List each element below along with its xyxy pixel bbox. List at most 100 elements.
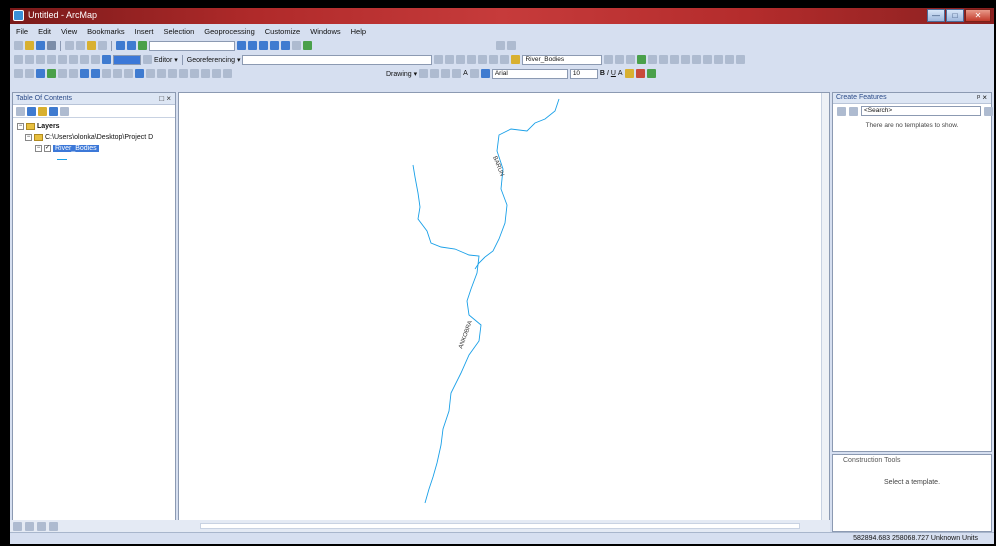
print-icon[interactable] bbox=[47, 41, 56, 50]
editor-menu[interactable]: Editor ▾ bbox=[154, 56, 178, 64]
pan-icon[interactable] bbox=[36, 55, 45, 64]
font-combo[interactable]: Arial bbox=[491, 68, 568, 79]
menu-bookmarks[interactable]: Bookmarks bbox=[87, 27, 125, 36]
marker-color-icon[interactable] bbox=[646, 69, 656, 78]
menu-selection[interactable]: Selection bbox=[163, 27, 194, 36]
template-search-input[interactable]: <Search> bbox=[861, 106, 981, 116]
create-viewer-icon[interactable] bbox=[223, 69, 232, 78]
menu-geoprocessing[interactable]: Geoprocessing bbox=[204, 27, 254, 36]
menu-windows[interactable]: Windows bbox=[310, 27, 340, 36]
attributes-icon[interactable] bbox=[615, 55, 625, 64]
identify-icon[interactable] bbox=[648, 55, 658, 64]
redo-icon[interactable] bbox=[127, 41, 136, 50]
data-view-icon[interactable] bbox=[13, 521, 22, 531]
refresh-icon[interactable] bbox=[37, 521, 46, 531]
filter-icon[interactable] bbox=[849, 106, 858, 116]
layout-view-icon[interactable] bbox=[25, 521, 34, 531]
zoom-out-tool-icon[interactable] bbox=[25, 69, 34, 78]
fixed-zoom-in-icon[interactable] bbox=[58, 55, 67, 64]
globe-full-extent-icon[interactable] bbox=[47, 69, 56, 78]
georeferencing-menu[interactable]: Georeferencing ▾ bbox=[187, 56, 241, 64]
title-bar[interactable]: Untitled - ArcMap — □ ✕ bbox=[10, 8, 994, 24]
tree-path[interactable]: − C:\Users\olonka\Desktop\Project D bbox=[25, 134, 153, 141]
toc-close-button[interactable]: □ × bbox=[159, 94, 171, 103]
python-window-icon[interactable] bbox=[292, 41, 301, 50]
fixed-zoom-icon[interactable] bbox=[58, 69, 67, 78]
layer-collapse-toggle[interactable]: − bbox=[35, 145, 42, 152]
organize-templates-icon[interactable] bbox=[837, 106, 846, 116]
search-window-icon[interactable] bbox=[270, 41, 279, 50]
search-options-icon[interactable] bbox=[984, 106, 993, 116]
forward-extent-icon[interactable] bbox=[91, 69, 100, 78]
drawing-menu[interactable]: Drawing ▾ bbox=[386, 70, 417, 78]
create-features-icon[interactable] bbox=[637, 55, 647, 64]
toc-options-icon[interactable] bbox=[60, 106, 69, 116]
back-extent-icon[interactable] bbox=[80, 69, 89, 78]
new-document-icon[interactable] bbox=[14, 41, 23, 50]
bold-button[interactable]: B bbox=[600, 70, 605, 77]
sketch-properties-icon[interactable] bbox=[626, 55, 636, 64]
arrow-select-icon[interactable] bbox=[124, 69, 133, 78]
paste-icon[interactable] bbox=[87, 41, 96, 50]
minimize-button[interactable]: — bbox=[927, 9, 945, 22]
zoom-whole-page-icon[interactable] bbox=[441, 69, 451, 78]
map-scale-combo[interactable] bbox=[149, 40, 235, 51]
map-horizontal-scrollbar[interactable] bbox=[200, 523, 800, 529]
maximize-button[interactable]: □ bbox=[946, 9, 964, 22]
find-tool-icon[interactable] bbox=[179, 69, 188, 78]
delete-icon[interactable] bbox=[98, 41, 107, 50]
hyperlink-icon[interactable] bbox=[670, 55, 680, 64]
cut-icon[interactable] bbox=[65, 41, 74, 50]
georeferencing-layer-combo[interactable] bbox=[242, 54, 433, 65]
fixed-zoom-out-icon[interactable] bbox=[69, 55, 78, 64]
viewer-window-icon[interactable] bbox=[725, 55, 735, 64]
fixed-zoom-out-tool-icon[interactable] bbox=[69, 69, 78, 78]
zoom-in-tool-icon[interactable] bbox=[14, 69, 23, 78]
map-canvas[interactable]: BARUN ANKOBRA bbox=[179, 93, 823, 525]
text-tool[interactable]: A bbox=[463, 70, 468, 77]
layers-collapse-toggle[interactable]: − bbox=[17, 123, 24, 130]
sketch-tool-icon[interactable] bbox=[434, 55, 444, 64]
menu-view[interactable]: View bbox=[61, 27, 77, 36]
pause-drawing-icon[interactable] bbox=[49, 521, 58, 531]
layer-combo[interactable]: River_Bodies bbox=[522, 54, 603, 65]
time-tool-icon[interactable] bbox=[212, 69, 221, 78]
table-of-contents-icon[interactable] bbox=[248, 41, 257, 50]
undo-icon[interactable] bbox=[116, 41, 125, 50]
font-size-combo[interactable]: 10 bbox=[569, 68, 598, 79]
trace-icon[interactable] bbox=[467, 55, 477, 64]
menu-customize[interactable]: Customize bbox=[265, 27, 300, 36]
layer-visibility-checkbox[interactable]: ✓ bbox=[44, 145, 51, 152]
rotate-icon[interactable] bbox=[430, 69, 440, 78]
xy-tool-icon[interactable] bbox=[201, 69, 210, 78]
list-by-drawing-order-icon[interactable] bbox=[16, 106, 25, 116]
select-element-arrow-icon[interactable] bbox=[419, 69, 429, 78]
map-view[interactable]: BARUN ANKOBRA bbox=[178, 92, 830, 524]
edit-vertices-draw-icon[interactable] bbox=[469, 69, 479, 78]
find-icon[interactable] bbox=[681, 55, 691, 64]
line-color-icon[interactable] bbox=[635, 69, 645, 78]
menu-edit[interactable]: Edit bbox=[38, 27, 51, 36]
create-features-close-button[interactable]: ᵖ × bbox=[977, 93, 987, 102]
clear-selection-icon[interactable] bbox=[113, 69, 122, 78]
list-by-visibility-icon[interactable] bbox=[38, 106, 47, 116]
route-icon[interactable] bbox=[692, 55, 702, 64]
help-icon[interactable] bbox=[507, 41, 516, 50]
go-back-icon[interactable] bbox=[80, 55, 89, 64]
color-combo[interactable] bbox=[113, 54, 141, 65]
select-elements-icon[interactable] bbox=[102, 69, 111, 78]
pan-tool-icon[interactable] bbox=[36, 69, 45, 78]
underline-button[interactable]: U bbox=[611, 70, 616, 77]
go-forward-icon[interactable] bbox=[91, 55, 100, 64]
rectangle-icon[interactable] bbox=[452, 69, 462, 78]
list-by-source-icon[interactable] bbox=[27, 106, 36, 116]
arctoolbox-icon[interactable] bbox=[281, 41, 290, 50]
model-builder-icon[interactable] bbox=[303, 41, 312, 50]
select-features-icon[interactable] bbox=[102, 55, 111, 64]
reshape-icon[interactable] bbox=[489, 55, 499, 64]
tree-layer-river-bodies[interactable]: − ✓ River_Bodies bbox=[35, 145, 99, 152]
swipe-icon[interactable] bbox=[736, 55, 746, 64]
list-by-selection-icon[interactable] bbox=[49, 106, 58, 116]
dropdown-arrow-icon[interactable] bbox=[143, 55, 152, 64]
menu-help[interactable]: Help bbox=[351, 27, 366, 36]
